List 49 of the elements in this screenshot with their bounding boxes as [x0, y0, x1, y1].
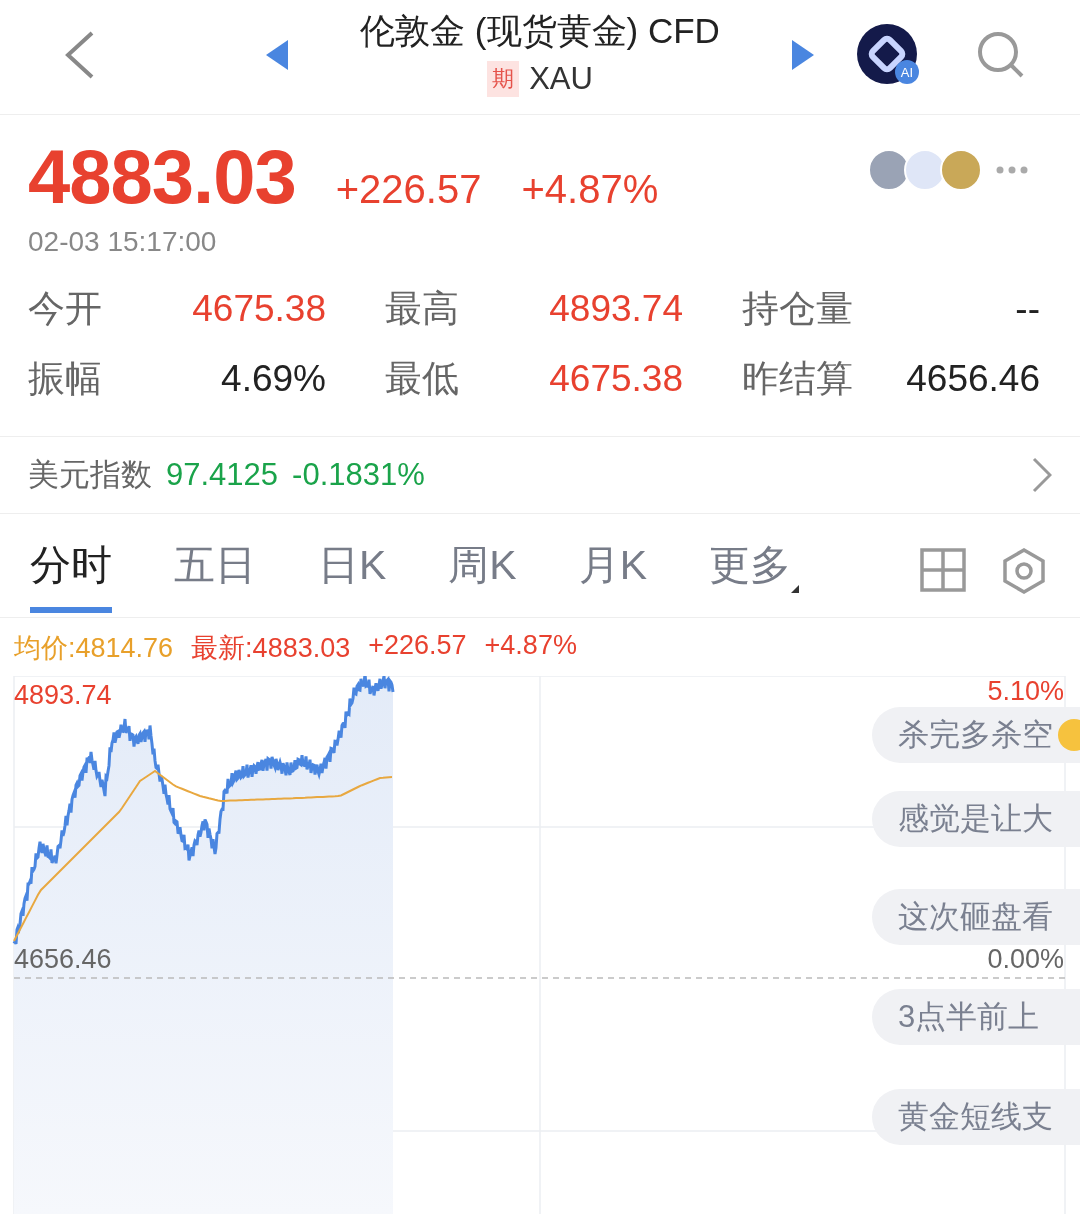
- stat-label: 最低: [385, 357, 459, 401]
- comment-bubble[interactable]: 黄金短线支: [872, 1089, 1080, 1145]
- comment-bubble[interactable]: 感觉是让大: [872, 791, 1080, 847]
- last-price: 4883.03: [28, 133, 296, 220]
- high-price-label: 4893.74: [14, 680, 112, 711]
- grid-layout-icon[interactable]: [920, 548, 966, 592]
- chart-tab[interactable]: 更多: [709, 520, 800, 613]
- settings-icon[interactable]: [1002, 548, 1046, 594]
- search-icon[interactable]: [976, 30, 1026, 80]
- stat-value: 4893.74: [549, 288, 683, 330]
- index-value: 97.4125: [166, 457, 279, 493]
- latest-price-legend: 最新:4883.03: [191, 630, 351, 676]
- stat-value: 4656.46: [906, 358, 1040, 400]
- chart-tab[interactable]: 日K: [318, 520, 387, 613]
- base-percent-label: 0.00%: [987, 944, 1064, 975]
- symbol-code: XAU: [529, 61, 593, 97]
- stat-label: 振幅: [28, 357, 102, 401]
- stat-label: 昨结算: [742, 357, 853, 401]
- instrument-title: 伦敦金 (现货黄金) CFD: [360, 10, 720, 52]
- percent-change: +4.87%: [521, 167, 659, 212]
- next-icon[interactable]: [790, 40, 814, 70]
- stat-value: 4.69%: [221, 358, 326, 400]
- chart-tab[interactable]: 月K: [578, 520, 648, 613]
- change-legend: +226.57: [368, 630, 467, 676]
- high-percent-label: 5.10%: [987, 676, 1064, 707]
- percent-legend: +4.87%: [484, 630, 577, 676]
- stat-value: --: [1015, 288, 1040, 330]
- index-label: 美元指数: [28, 456, 152, 494]
- chevron-right-icon[interactable]: [1032, 457, 1052, 493]
- more-icon[interactable]: [996, 166, 1028, 174]
- comment-bubble[interactable]: 杀完多杀空: [872, 707, 1080, 763]
- average-price-legend: 均价:4814.76: [14, 630, 174, 676]
- comment-bubble[interactable]: 3点半前上: [872, 989, 1080, 1045]
- index-change: -0.1831%: [292, 457, 425, 493]
- chart-tab[interactable]: 分时: [30, 520, 112, 613]
- stat-value: 4675.38: [549, 358, 683, 400]
- stat-label: 最高: [385, 287, 459, 331]
- base-price-label: 4656.46: [14, 944, 112, 975]
- stat-value: 4675.38: [192, 288, 326, 330]
- stat-label: 今开: [28, 287, 102, 331]
- price-change: +226.57: [335, 167, 482, 212]
- quote-time: 02-03 15:17:00: [28, 226, 218, 258]
- chart-tab[interactable]: 周K: [448, 520, 517, 613]
- previous-icon[interactable]: [266, 40, 290, 70]
- chart-tab[interactable]: 五日: [174, 520, 256, 613]
- dropdown-caret-icon: [791, 585, 800, 593]
- comment-bubble[interactable]: 这次砸盘看: [872, 889, 1080, 945]
- futures-badge: 期: [487, 61, 520, 97]
- stat-label: 持仓量: [742, 287, 853, 331]
